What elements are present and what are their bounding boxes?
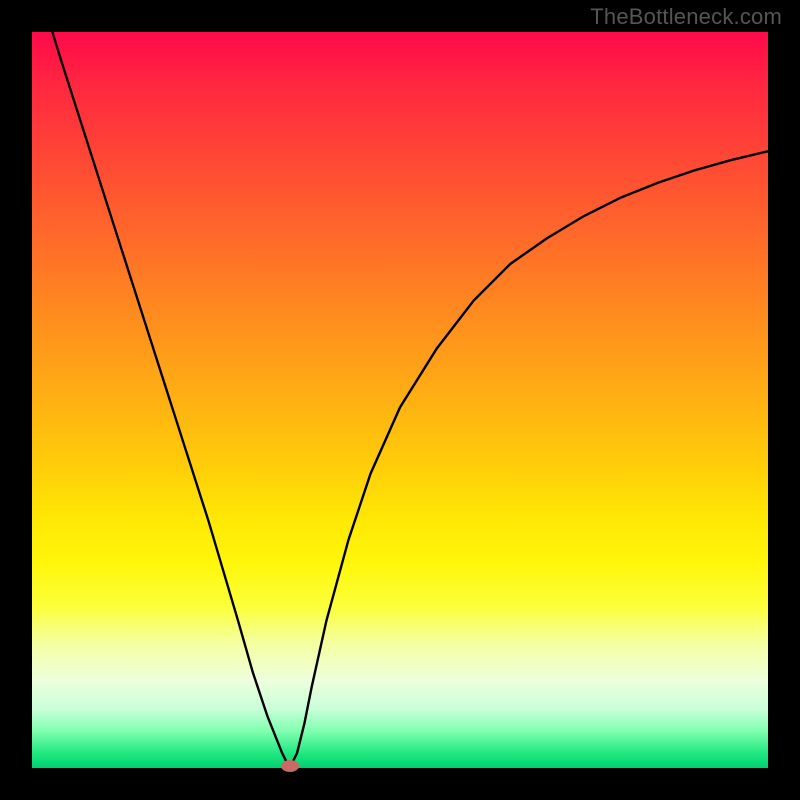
watermark-text: TheBottleneck.com bbox=[590, 4, 782, 30]
curve-path bbox=[32, 32, 768, 768]
chart-plot-area bbox=[32, 32, 768, 768]
bottleneck-curve bbox=[32, 32, 768, 768]
optimum-marker bbox=[281, 760, 299, 772]
